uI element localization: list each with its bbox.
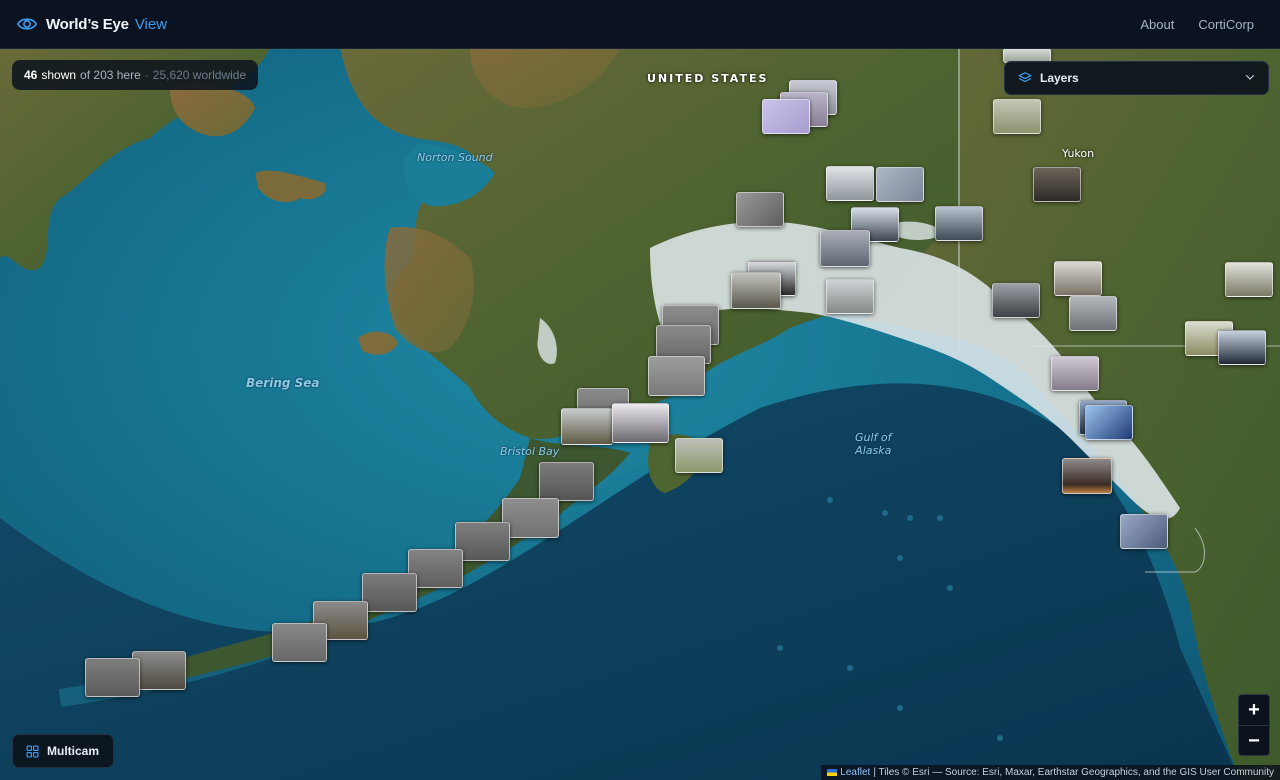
multicam-label: Multicam	[47, 744, 100, 758]
camera-marker[interactable]	[502, 498, 559, 538]
worldwide-count: 25,620 worldwide	[152, 68, 247, 82]
eye-icon	[16, 18, 38, 30]
label-gulf-line1: Gulf of	[855, 431, 892, 444]
camera-marker[interactable]	[762, 99, 810, 134]
camera-marker[interactable]	[993, 99, 1041, 134]
layers-label: Layers	[1040, 71, 1079, 85]
camera-marker[interactable]	[826, 166, 874, 201]
zoom-in-button[interactable]: +	[1239, 695, 1269, 725]
camera-marker[interactable]	[612, 403, 669, 443]
label-gulf-line2: Alaska	[855, 444, 892, 457]
camera-marker[interactable]	[992, 283, 1040, 318]
camera-marker[interactable]	[1069, 296, 1117, 331]
camera-marker[interactable]	[1033, 167, 1081, 202]
corticorp-link[interactable]: CortiCorp	[1198, 17, 1254, 32]
zoom-control: + −	[1238, 694, 1270, 756]
camera-marker[interactable]	[1054, 261, 1102, 296]
camera-marker[interactable]	[1085, 405, 1133, 440]
camera-marker[interactable]	[820, 230, 870, 267]
camera-marker[interactable]	[272, 623, 327, 662]
shown-count: 46	[24, 68, 38, 82]
camera-marker[interactable]	[1225, 262, 1273, 297]
multicam-button[interactable]: Multicam	[12, 734, 114, 768]
total-here: of 203 here	[80, 68, 141, 82]
grid-icon	[26, 744, 39, 758]
app-view-label: View	[134, 15, 168, 33]
camera-marker[interactable]	[85, 658, 140, 697]
label-bering-sea: Bering Sea	[246, 376, 320, 390]
camera-marker[interactable]	[539, 462, 594, 501]
camera-marker[interactable]	[826, 279, 874, 314]
camera-marker[interactable]	[1051, 356, 1099, 391]
camera-marker[interactable]	[455, 522, 510, 561]
separator: ·	[144, 68, 149, 82]
camera-marker[interactable]	[648, 356, 705, 396]
camera-marker[interactable]	[1218, 330, 1266, 365]
camera-marker[interactable]	[362, 573, 417, 612]
camera-marker[interactable]	[1062, 458, 1112, 494]
camera-marker[interactable]	[736, 192, 784, 227]
camera-marker[interactable]	[935, 206, 983, 241]
map-attribution: Leaflet | Tiles © Esri — Source: Esri, M…	[821, 765, 1280, 780]
map-view[interactable]: UNITED STATES Yukon Norton Sound Bering …	[0, 48, 1280, 780]
camera-marker[interactable]	[876, 167, 924, 202]
label-united-states: UNITED STATES	[647, 72, 769, 85]
label-yukon: Yukon	[1062, 147, 1095, 160]
about-link[interactable]: About	[1140, 17, 1174, 32]
shown-label: shown	[41, 68, 77, 82]
top-nav: About CortiCorp	[1140, 0, 1254, 48]
brand-logo[interactable]: World’s Eye View	[16, 13, 167, 35]
ukraine-flag-icon	[827, 769, 838, 776]
attribution-text: | Tiles © Esri — Source: Esri, Maxar, Ea…	[873, 767, 1274, 778]
camera-marker[interactable]	[675, 438, 723, 473]
zoom-out-button[interactable]: −	[1239, 725, 1269, 756]
camera-count-badge: 46 shown of 203 here · 25,620 worldwide	[12, 60, 259, 90]
top-bar: World’s Eye View About CortiCorp	[0, 0, 1280, 49]
chevron-down-icon	[1245, 74, 1255, 80]
label-bristol-bay: Bristol Bay	[500, 445, 560, 458]
camera-marker[interactable]	[1120, 514, 1168, 549]
camera-marker[interactable]	[731, 272, 781, 309]
label-norton-sound: Norton Sound	[417, 151, 493, 164]
camera-marker[interactable]	[561, 408, 613, 445]
app-name: World’s Eye	[46, 15, 129, 33]
camera-marker[interactable]	[132, 651, 186, 690]
layers-dropdown[interactable]: Layers	[1004, 61, 1269, 95]
layers-icon	[1018, 72, 1032, 83]
label-gulf-of-alaska: Gulf of Alaska	[855, 431, 892, 457]
leaflet-link[interactable]: Leaflet	[840, 767, 870, 778]
